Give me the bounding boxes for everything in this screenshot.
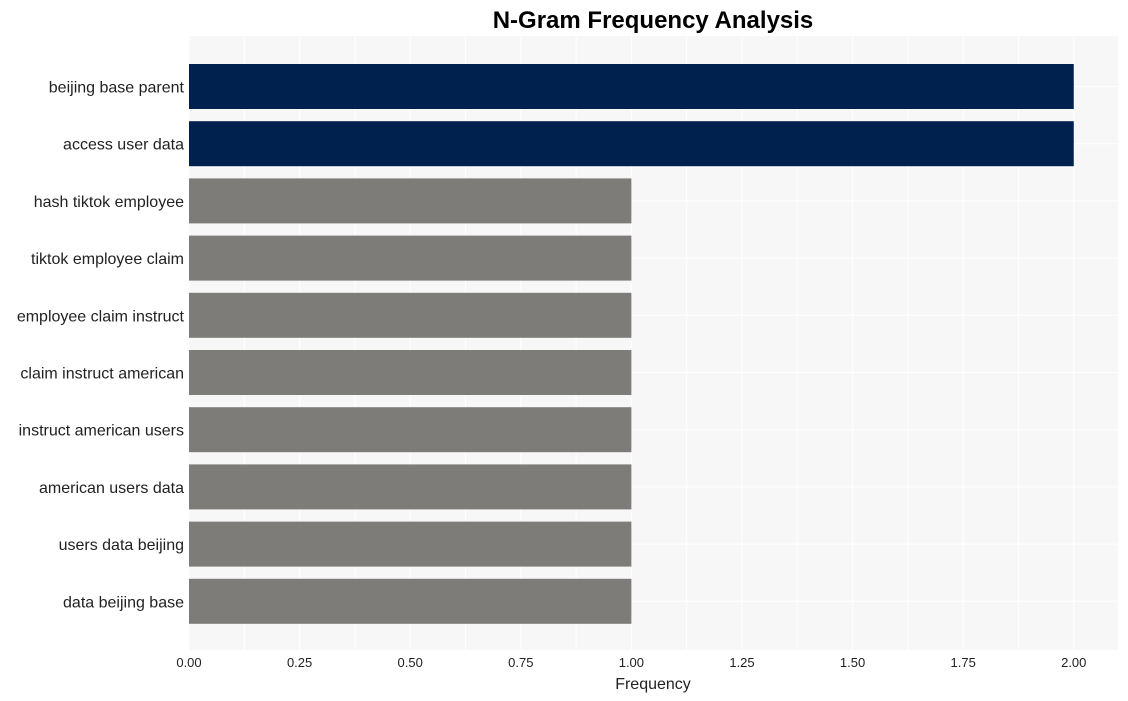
bar-data-beijing-base xyxy=(189,578,632,624)
x-tick-label: 0.75 xyxy=(508,655,533,670)
y-tick-label: american users data xyxy=(39,480,184,497)
bar-claim-instruct-american xyxy=(189,350,632,395)
bar-tiktok-employee-claim xyxy=(189,235,632,281)
x-tick-label: 0.00 xyxy=(176,655,201,670)
x-axis-ticks: 0.00 0.25 0.50 0.75 1.00 1.25 1.50 1.75 2.00 xyxy=(176,655,1086,670)
x-tick-label: 1.25 xyxy=(729,655,754,670)
bar-employee-claim-instruct xyxy=(189,292,632,338)
x-tick-label: 1.50 xyxy=(840,655,865,670)
y-tick-label: employee claim instruct xyxy=(17,308,185,325)
bar-american-users-data xyxy=(189,464,632,510)
bar-beijing-base-parent xyxy=(189,64,1074,109)
x-tick-label: 0.25 xyxy=(287,655,312,670)
chart-title: N-Gram Frequency Analysis xyxy=(493,7,814,34)
y-tick-label: data beijing base xyxy=(63,594,184,611)
y-tick-label: access user data xyxy=(63,137,184,154)
bar-hash-tiktok-employee xyxy=(189,178,632,224)
x-tick-label: 1.75 xyxy=(951,655,976,670)
bar-users-data-beijing xyxy=(189,521,632,567)
x-tick-label: 1.00 xyxy=(619,655,644,670)
y-tick-label: instruct american users xyxy=(19,423,184,440)
y-tick-label: hash tiktok employee xyxy=(34,194,184,211)
bar-chart: beijing base parent access user data hash … xyxy=(17,7,1118,693)
y-tick-label: beijing base parent xyxy=(49,80,185,97)
y-axis-labels: beijing base parent access user data hash … xyxy=(17,80,185,612)
x-axis-label: Frequency xyxy=(615,676,691,693)
x-tick-label: 0.50 xyxy=(398,655,423,670)
y-tick-label: users data beijing xyxy=(59,537,184,554)
x-tick-label: 2.00 xyxy=(1061,655,1086,670)
y-tick-label: tiktok employee claim xyxy=(31,251,184,268)
y-tick-label: claim instruct american xyxy=(20,366,184,383)
bar-instruct-american-users xyxy=(189,407,632,453)
bar-access-user-data xyxy=(189,121,1074,167)
